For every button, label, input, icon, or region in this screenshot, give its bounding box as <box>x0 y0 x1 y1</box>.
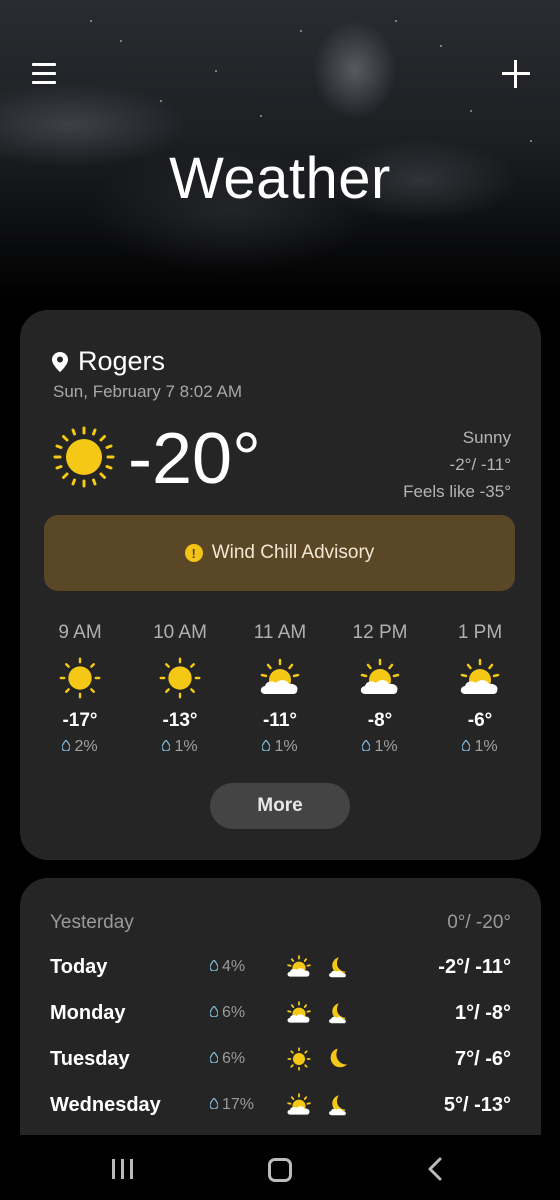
menu-icon[interactable] <box>30 60 58 88</box>
droplet-icon <box>361 738 372 756</box>
daily-row[interactable]: Today 4% -2°/ -11° <box>50 952 511 982</box>
daily-precip: 17% <box>222 1096 255 1113</box>
condition-summary: Sunny -2°/ -11° Feels like -35° <box>403 424 511 505</box>
droplet-icon <box>261 738 272 756</box>
droplet-icon <box>209 1096 219 1114</box>
current-temperature: -20° <box>128 419 261 499</box>
droplet-icon <box>61 738 72 756</box>
location-pin-icon <box>52 351 68 372</box>
recent-apps-icon[interactable] <box>112 1159 134 1179</box>
sun-cloud-icon <box>287 1001 311 1023</box>
sun-cloud-icon <box>260 658 300 694</box>
wind-chill-advisory-banner[interactable]: ! Wind Chill Advisory <box>44 515 515 591</box>
daily-precip: 4% <box>222 958 246 975</box>
droplet-icon <box>209 1004 219 1022</box>
navigation-bar <box>0 1135 560 1200</box>
moon-icon <box>330 1048 348 1068</box>
current-datetime: Sun, February 7 8:02 AM <box>53 382 242 401</box>
daily-forecast-card[interactable]: Yesterday 0°/ -20° Today 4% -2°/ -11° Mo… <box>20 878 541 1178</box>
feels-like: Feels like -35° <box>403 482 511 501</box>
sun-icon <box>159 657 201 699</box>
sun-cloud-icon <box>287 955 311 977</box>
daily-day: Wednesday <box>50 1093 161 1116</box>
daily-day: Tuesday <box>50 1047 130 1070</box>
location-row: Rogers <box>52 346 165 377</box>
moon-cloud-icon <box>329 957 346 978</box>
alert-icon: ! <box>184 544 203 562</box>
daily-temps: 7°/ -6° <box>454 1047 511 1070</box>
back-icon[interactable] <box>426 1157 446 1181</box>
daily-precip: 6% <box>222 1004 246 1021</box>
hourly-precip: 1% <box>274 738 298 755</box>
daily-temps: 5°/ -13° <box>443 1093 511 1116</box>
plus-icon[interactable] <box>500 58 532 90</box>
droplet-icon <box>209 958 219 976</box>
sun-cloud-icon <box>287 1093 311 1115</box>
condition-text: Sunny <box>462 428 511 447</box>
sun-icon <box>59 657 101 699</box>
hourly-temp: -13° <box>162 710 198 731</box>
hourly-temp: -8° <box>367 710 393 731</box>
sun-cloud-icon <box>360 658 400 694</box>
daily-day: Today <box>50 955 108 978</box>
hourly-time: 9 AM <box>58 622 102 643</box>
moon-cloud-icon <box>329 1095 346 1116</box>
sun-icon <box>53 426 115 488</box>
current-weather-card[interactable]: Rogers Sun, February 7 8:02 AM -20° Sunn… <box>20 310 541 860</box>
hourly-item: 11 AM -11° 1% <box>230 622 330 756</box>
hourly-temp: -11° <box>262 710 297 731</box>
yesterday-label: Yesterday <box>50 912 134 933</box>
hourly-precip: 2% <box>74 738 98 755</box>
home-icon[interactable] <box>268 1158 292 1182</box>
page-title: Weather <box>169 146 391 211</box>
hourly-time: 10 AM <box>153 622 207 643</box>
hi-lo-temps: -2°/ -11° <box>449 455 511 474</box>
hourly-time: 1 PM <box>457 622 503 643</box>
sun-cloud-icon <box>460 658 500 694</box>
droplet-icon <box>461 738 472 756</box>
hourly-item: 12 PM -8° 1% <box>330 622 430 756</box>
sun-icon <box>287 1047 311 1071</box>
yesterday-row: Yesterday 0°/ -20° <box>50 912 511 934</box>
hourly-item: 10 AM -13° 1% <box>130 622 230 756</box>
location-name: Rogers <box>78 346 166 376</box>
daily-row[interactable]: Monday 6% 1°/ -8° <box>50 998 511 1028</box>
hourly-time: 12 PM <box>352 622 408 643</box>
hourly-precip: 1% <box>474 738 498 755</box>
daily-temps: -2°/ -11° <box>438 955 511 978</box>
hourly-precip: 1% <box>374 738 398 755</box>
hourly-time: 11 AM <box>253 622 307 643</box>
yesterday-temps: 0°/ -20° <box>447 912 511 933</box>
hourly-item: 9 AM -17° 2% <box>30 622 130 756</box>
hourly-forecast[interactable]: 9 AM -17° 2% 10 AM -13° 1% 11 AM -11° 1%… <box>30 622 530 756</box>
daily-temps: 1°/ -8° <box>454 1001 511 1024</box>
droplet-icon <box>209 1050 219 1068</box>
hourly-item: 1 PM -6° 1% <box>430 622 530 756</box>
moon-cloud-icon <box>329 1003 346 1024</box>
droplet-icon <box>161 738 172 756</box>
daily-day: Monday <box>50 1001 126 1024</box>
hourly-temp: -6° <box>467 710 493 731</box>
daily-precip: 6% <box>222 1050 246 1067</box>
more-button[interactable]: More <box>210 783 350 829</box>
hourly-precip: 1% <box>174 738 198 755</box>
daily-row[interactable]: Tuesday 6% 7°/ -6° <box>50 1044 511 1074</box>
advisory-label: Wind Chill Advisory <box>211 542 375 563</box>
daily-row[interactable]: Wednesday 17% 5°/ -13° <box>50 1090 511 1120</box>
hourly-temp: -17° <box>62 710 98 731</box>
